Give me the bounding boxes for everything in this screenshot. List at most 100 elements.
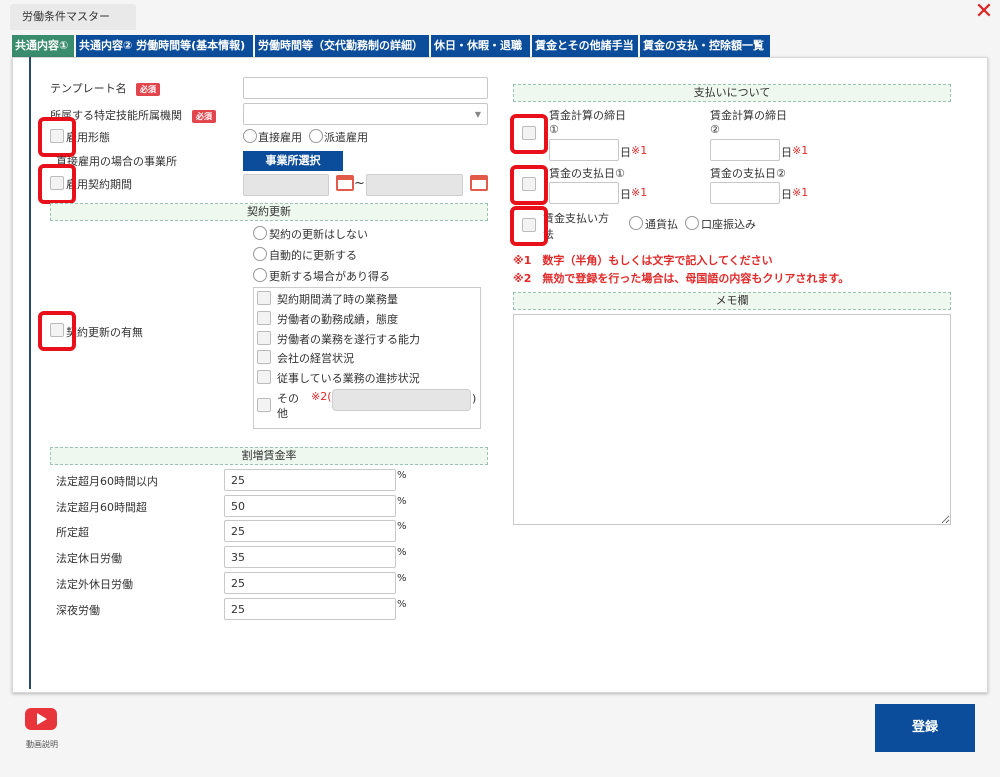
premium-rate-section-header: 割増賃金率: [50, 447, 488, 465]
tab-wages-allowances[interactable]: 賃金とその他諸手当: [532, 35, 638, 57]
percent-unit: %: [397, 547, 407, 558]
paren-close: ): [472, 392, 477, 405]
checkbox[interactable]: [50, 323, 64, 337]
reason-label: 従事している業務の進捗状況: [277, 372, 420, 385]
note-mark-1: ※1: [792, 186, 809, 199]
note-mark-1: ※1: [631, 186, 648, 199]
contract-end-date-input[interactable]: [366, 174, 463, 196]
note-mark-2: ※2(: [311, 390, 332, 403]
premium-input[interactable]: [224, 598, 396, 620]
payment-section-header: 支払いについて: [513, 84, 951, 102]
calendar-icon[interactable]: [470, 175, 488, 191]
premium-input[interactable]: [224, 520, 396, 542]
cutoff1-checkbox-highlight[interactable]: [510, 114, 548, 154]
pay-method-checkbox-highlight[interactable]: [510, 206, 548, 246]
renewal-option-label: 契約の更新はしない: [269, 228, 368, 241]
percent-unit: %: [397, 521, 407, 532]
payday1-label: 賃金の支払日①: [549, 167, 625, 180]
day-unit: 日: [781, 188, 792, 201]
tab-common-1[interactable]: 共通内容①: [12, 35, 74, 57]
radio-cash[interactable]: [629, 216, 643, 230]
cutoff2-input[interactable]: [710, 139, 780, 161]
note-mark-1: ※1: [792, 144, 809, 157]
day-unit: 日: [620, 146, 631, 159]
radio-bank-label: 口座振込み: [701, 218, 756, 231]
note-mark-1: ※1: [631, 144, 648, 157]
percent-unit: %: [397, 573, 407, 584]
register-button[interactable]: 登録: [875, 704, 975, 752]
institution-select[interactable]: ▼: [243, 103, 488, 125]
cutoff1-label-suffix: ①: [549, 123, 559, 136]
cutoff2-label-suffix: ②: [710, 123, 720, 136]
premium-input[interactable]: [224, 546, 396, 568]
tab-shift-detail[interactable]: 労働時間等（交代勤務制の詳細）: [255, 35, 429, 57]
percent-unit: %: [397, 599, 407, 610]
reason-checkbox-progress[interactable]: [257, 370, 271, 384]
cutoff2-label: 賃金計算の締日: [710, 109, 787, 122]
note-2: ※2 無効で登録を行った場合は、母国語の内容もクリアされます。: [513, 272, 850, 285]
percent-unit: %: [397, 496, 407, 507]
premium-input[interactable]: [224, 572, 396, 594]
payday2-input[interactable]: [710, 182, 780, 204]
reason-label: 労働者の業務を遂行する能力: [277, 333, 420, 346]
premium-input[interactable]: [224, 495, 396, 517]
payday1-checkbox-highlight[interactable]: [510, 165, 548, 205]
note-1: ※1 数字（半角）もしくは文字で記入してください: [513, 254, 773, 267]
renewal-label: 契約更新の有無: [66, 326, 143, 339]
contract-period-checkbox-highlight[interactable]: [38, 164, 76, 204]
payday2-label: 賃金の支払日②: [710, 167, 786, 180]
cutoff1-input[interactable]: [549, 139, 619, 161]
template-name-label: テンプレート名: [50, 82, 127, 95]
reason-checkbox-ability[interactable]: [257, 331, 271, 345]
play-icon: [37, 713, 47, 725]
memo-section-header: メモ欄: [513, 292, 951, 310]
radio-direct[interactable]: [243, 129, 257, 143]
chevron-down-icon: ▼: [474, 110, 481, 119]
day-unit: 日: [781, 146, 792, 159]
premium-label: 法定休日労働: [56, 552, 122, 565]
cutoff1-label: 賃金計算の締日: [549, 109, 626, 122]
tab-bar: 共通内容① 共通内容② 労働時間等(基本情報) 労働時間等（交代勤務制の詳細） …: [12, 35, 772, 57]
radio-cash-label: 通貨払: [645, 218, 678, 231]
close-icon[interactable]: ✕: [974, 1, 994, 23]
radio-dispatch-label: 派遣雇用: [324, 131, 368, 144]
premium-label: 法定外休日労働: [56, 578, 133, 591]
tab-common-2[interactable]: 共通内容② 労働時間等(基本情報): [76, 35, 253, 57]
tab-holidays[interactable]: 休日・休暇・退職: [431, 35, 530, 57]
tab-wage-payment[interactable]: 賃金の支払・控除額一覧: [640, 35, 770, 57]
required-badge: 必須: [192, 110, 216, 123]
contract-start-date-input[interactable]: [243, 174, 329, 196]
reason-label: 契約期間満了時の業務量: [277, 293, 398, 306]
payday1-input[interactable]: [549, 182, 619, 204]
checkbox[interactable]: [50, 129, 64, 143]
renewal-option-label: 更新する場合があり得る: [269, 270, 390, 283]
calendar-icon[interactable]: [336, 175, 354, 191]
premium-label: 深夜労働: [56, 604, 100, 617]
checkbox[interactable]: [522, 177, 536, 191]
premium-input[interactable]: [224, 469, 396, 491]
employment-type-checkbox-highlight[interactable]: [38, 117, 76, 157]
reason-checkbox-other[interactable]: [257, 398, 271, 412]
radio-no-renewal[interactable]: [253, 226, 267, 240]
premium-label: 法定超月60時間超: [56, 501, 147, 514]
renewal-checkbox-highlight[interactable]: [38, 311, 76, 351]
office-select-button[interactable]: 事業所選択: [243, 151, 343, 171]
date-range-tilde: ~: [354, 176, 365, 191]
template-name-input[interactable]: [243, 77, 488, 99]
radio-may-renew[interactable]: [253, 268, 267, 282]
reason-checkbox-workload[interactable]: [257, 291, 271, 305]
reason-other-input[interactable]: [332, 389, 471, 411]
radio-dispatch[interactable]: [309, 129, 323, 143]
video-label: 動画説明: [26, 740, 58, 749]
checkbox[interactable]: [50, 176, 64, 190]
checkbox[interactable]: [522, 218, 536, 232]
memo-textarea[interactable]: [513, 314, 951, 525]
reason-checkbox-performance[interactable]: [257, 311, 271, 325]
radio-bank[interactable]: [685, 216, 699, 230]
contract-renewal-section-header: 契約更新: [50, 203, 488, 221]
checkbox[interactable]: [522, 126, 536, 140]
reason-label: 会社の経営状況: [277, 352, 354, 365]
premium-label: 所定超: [56, 526, 89, 539]
reason-checkbox-business[interactable]: [257, 350, 271, 364]
radio-auto-renewal[interactable]: [253, 247, 267, 261]
